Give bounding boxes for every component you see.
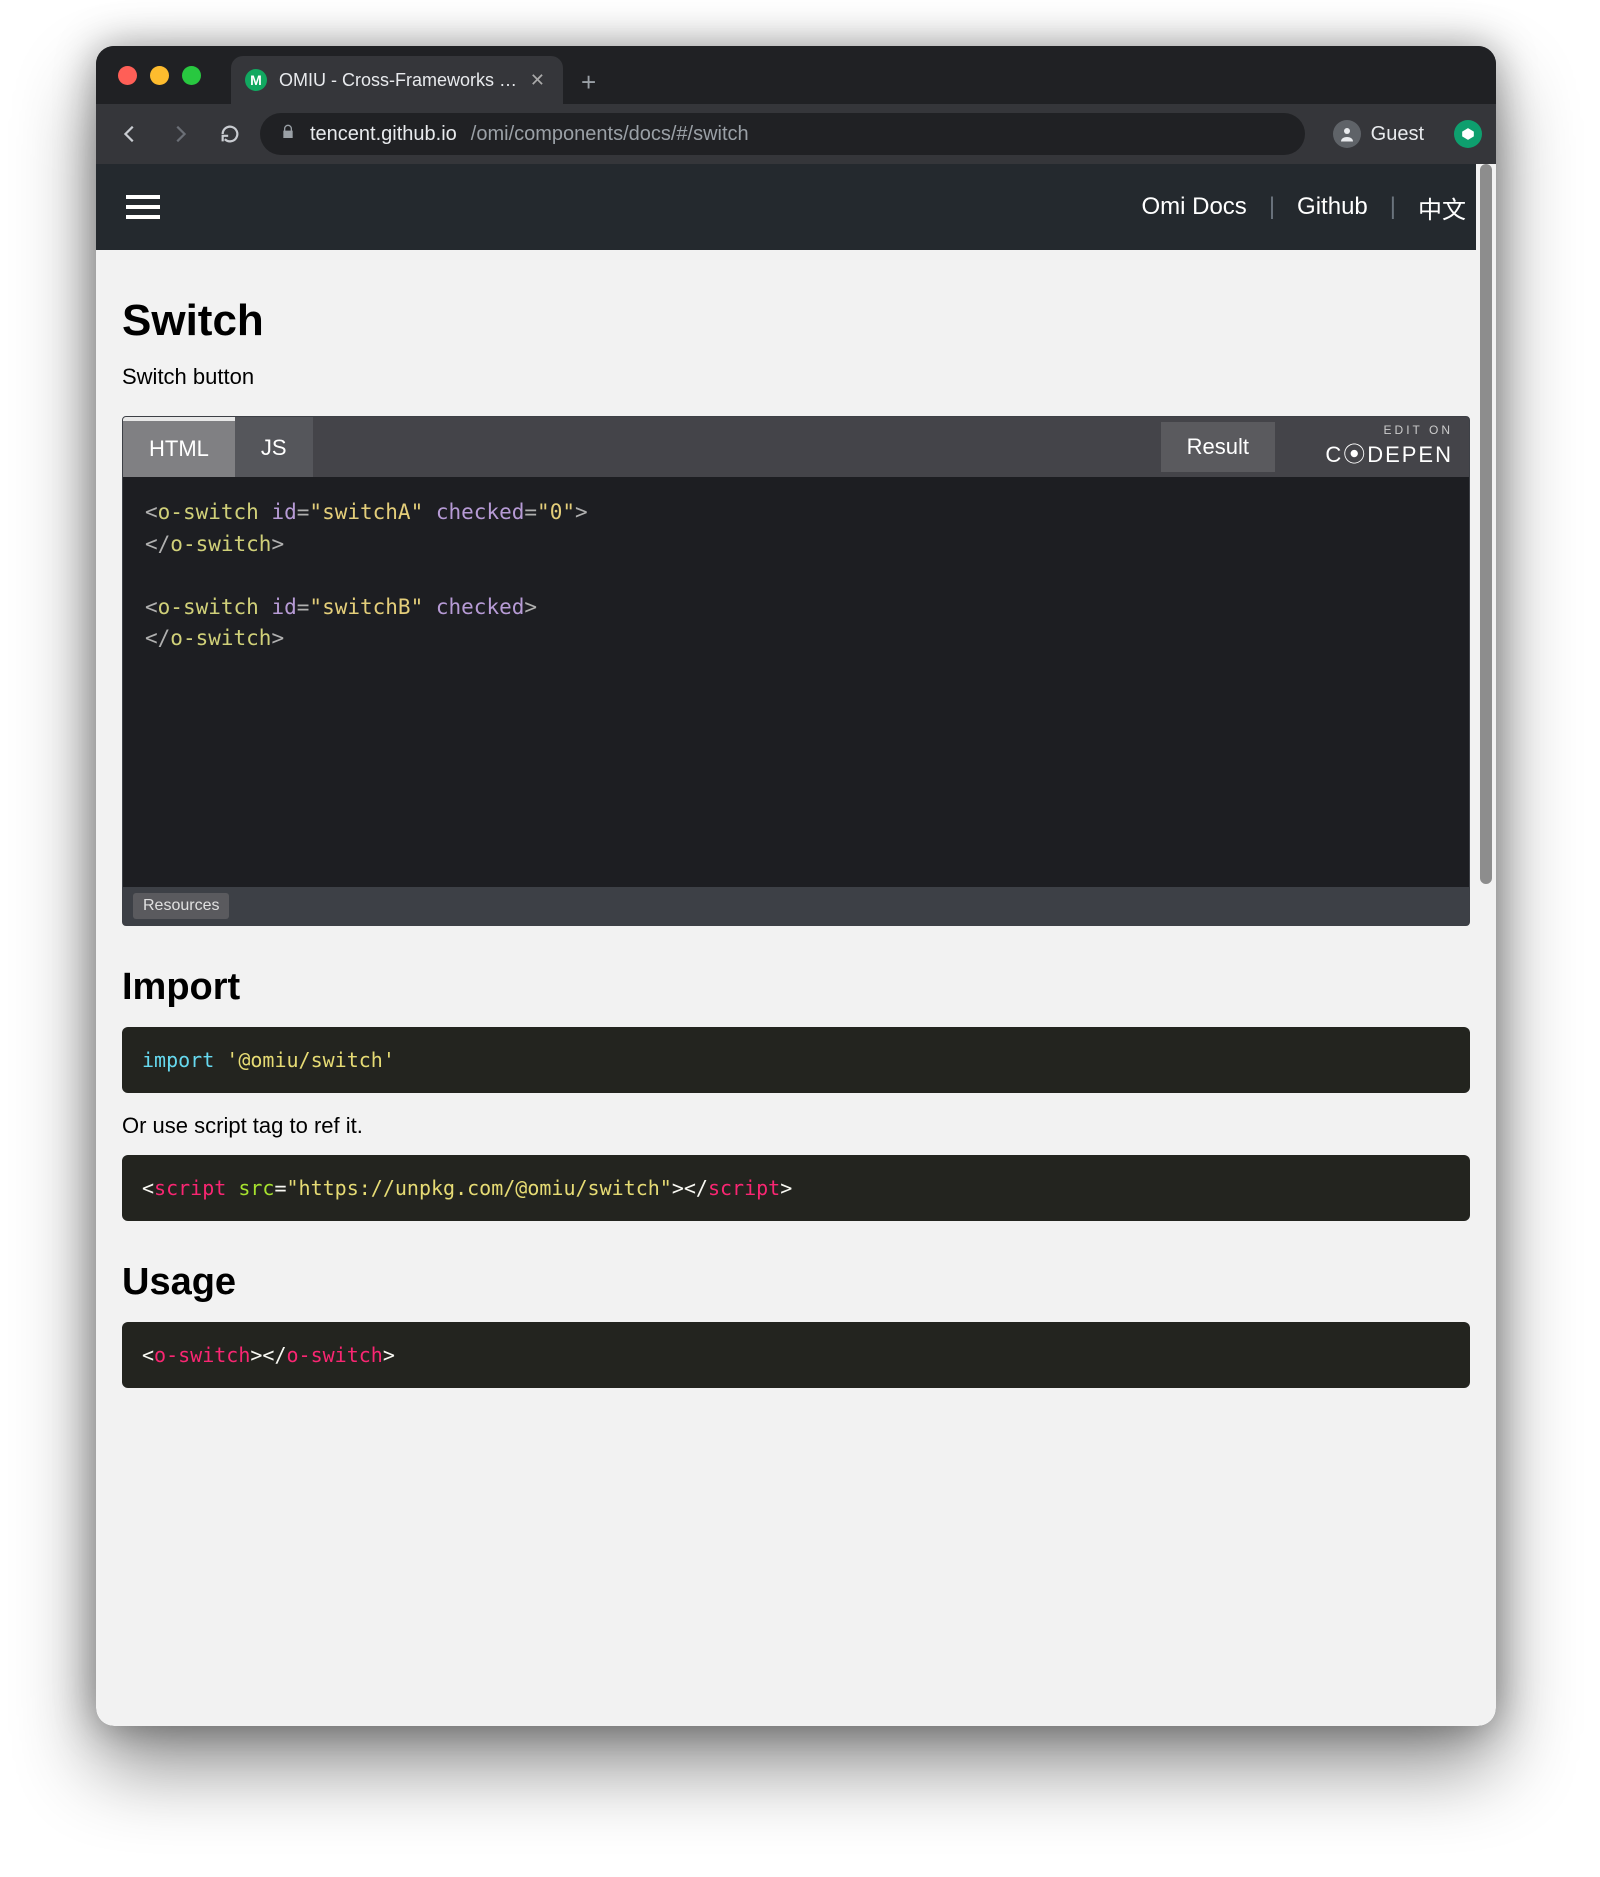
scrollbar-thumb[interactable] <box>1480 164 1492 884</box>
tab-favicon-icon: M <box>245 69 267 91</box>
menu-button[interactable] <box>126 195 160 219</box>
codepen-edit-link[interactable]: EDIT ON C⦿DEPEN <box>1325 423 1453 469</box>
codepen-code: <o-switch id="switchA" checked="0"> </o-… <box>123 477 1469 887</box>
code-import: import '@omiu/switch' <box>122 1027 1470 1093</box>
nav-link-lang[interactable]: 中文 <box>1418 190 1466 225</box>
codepen-logo-icon: C⦿DEPEN <box>1325 437 1453 469</box>
lock-icon <box>280 124 296 145</box>
browser-tab[interactable]: M OMIU - Cross-Frameworks UI F ✕ <box>231 56 563 104</box>
titlebar: M OMIU - Cross-Frameworks UI F ✕ + <box>96 46 1496 104</box>
profile-label: Guest <box>1371 123 1424 146</box>
close-window-button[interactable] <box>118 66 137 85</box>
codepen-tab-js[interactable]: JS <box>235 417 313 477</box>
minimize-window-button[interactable] <box>150 66 169 85</box>
reload-button[interactable] <box>210 114 250 154</box>
nav-divider: | <box>1269 193 1275 221</box>
new-tab-button[interactable]: + <box>563 67 614 104</box>
code-usage: <o-switch></o-switch> <box>122 1322 1470 1388</box>
address-bar[interactable]: tencent.github.io/omi/components/docs/#/… <box>260 113 1305 155</box>
tab-title: OMIU - Cross-Frameworks UI F <box>279 70 518 91</box>
codepen-tab-html[interactable]: HTML <box>123 417 235 477</box>
hamburger-icon <box>126 195 160 199</box>
reload-icon <box>219 123 241 145</box>
window-controls <box>96 66 201 85</box>
nav-link-docs[interactable]: Omi Docs <box>1141 193 1246 221</box>
codepen-tab-result[interactable]: Result <box>1161 422 1275 472</box>
browser-window: M OMIU - Cross-Frameworks UI F ✕ + <box>96 46 1496 1726</box>
page-title: Switch <box>122 296 1470 346</box>
codepen-footer: Resources <box>123 887 1469 925</box>
import-note: Or use script tag to ref it. <box>122 1113 1470 1139</box>
close-tab-icon[interactable]: ✕ <box>530 70 545 91</box>
nav-link-github[interactable]: Github <box>1297 193 1368 221</box>
browser-toolbar: tencent.github.io/omi/components/docs/#/… <box>96 104 1496 164</box>
section-usage-heading: Usage <box>122 1261 1470 1304</box>
maximize-window-button[interactable] <box>182 66 201 85</box>
content: Switch Switch button HTML JS Result EDIT… <box>96 250 1496 1428</box>
app-header: Omi Docs | Github | 中文 <box>96 164 1496 250</box>
codepen-embed: HTML JS Result EDIT ON C⦿DEPEN <o-switch… <box>122 416 1470 926</box>
avatar-icon <box>1333 120 1361 148</box>
nav-divider: | <box>1390 193 1396 221</box>
forward-button[interactable] <box>160 114 200 154</box>
extension-icon[interactable] <box>1454 120 1482 148</box>
url-host: tencent.github.io <box>310 123 457 146</box>
codepen-resources-button[interactable]: Resources <box>133 893 229 919</box>
arrow-left-icon <box>119 123 141 145</box>
scrollbar[interactable] <box>1476 164 1496 1172</box>
url-path: /omi/components/docs/#/switch <box>471 123 749 146</box>
arrow-right-icon <box>169 123 191 145</box>
header-nav: Omi Docs | Github | 中文 <box>1141 190 1466 225</box>
profile-button[interactable]: Guest <box>1315 120 1430 148</box>
page-subtitle: Switch button <box>122 364 1470 390</box>
back-button[interactable] <box>110 114 150 154</box>
codepen-tabbar: HTML JS Result EDIT ON C⦿DEPEN <box>123 417 1469 477</box>
page: Omi Docs | Github | 中文 Switch Switch but… <box>96 164 1496 1726</box>
section-import-heading: Import <box>122 966 1470 1009</box>
code-script: <script src="https://unpkg.com/@omiu/swi… <box>122 1155 1470 1221</box>
codepen-edit-label: EDIT ON <box>1325 423 1453 437</box>
